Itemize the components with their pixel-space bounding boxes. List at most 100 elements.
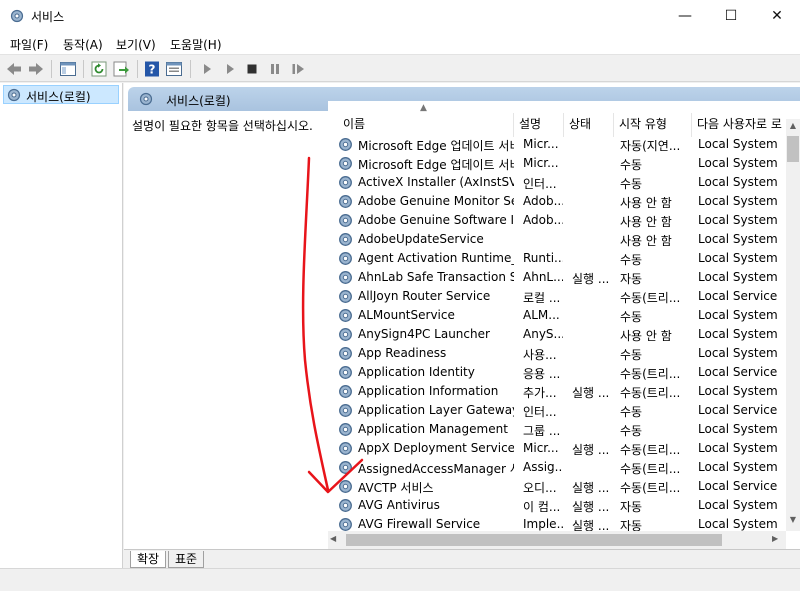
resume-service-icon[interactable]	[289, 60, 307, 78]
service-startup-type: 사용 안 함	[620, 196, 672, 210]
service-log-on-as: Local Service	[698, 365, 778, 379]
tree-node-services-local[interactable]: 서비스(로컬)	[3, 85, 119, 104]
menu-action[interactable]: 동작(A)	[63, 36, 103, 53]
column-header-startup-type[interactable]: 시작 유형	[614, 113, 692, 137]
service-name: AnySign4PC Launcher	[358, 327, 490, 341]
service-name: Application Identity	[358, 365, 475, 379]
column-headers: ▲ 이름 설명 상태 시작 유형 다음 사용자로 로	[328, 101, 786, 137]
service-log-on-as: Local System	[698, 194, 778, 208]
service-row[interactable]: AnySign4PC Launcher AnyS... 사용 안 함 Local Sy…	[328, 325, 786, 344]
service-row[interactable]: Microsoft Edge 업데이트 서비스 (edgeupdate) Micr…	[328, 135, 786, 154]
tab-extended[interactable]: 확장	[130, 551, 167, 568]
export-list-icon[interactable]	[112, 60, 130, 78]
menu-bar: 파일(F) 동작(A) 보기(V) 도움말(H)	[0, 32, 800, 54]
tab-standard[interactable]: 표준	[168, 551, 205, 568]
close-button[interactable]: ✕	[754, 0, 800, 32]
column-header-name[interactable]: 이름	[338, 113, 514, 137]
service-startup-type: 수동	[620, 310, 643, 324]
service-row[interactable]: App Readiness 사용... 수동 Local System	[328, 344, 786, 363]
scroll-left-arrow-icon[interactable]: ◀	[330, 534, 336, 543]
horizontal-scroll-thumb[interactable]	[346, 534, 722, 546]
menu-view[interactable]: 보기(V)	[116, 36, 156, 53]
properties-icon[interactable]	[165, 60, 183, 78]
service-startup-type: 수동	[620, 158, 643, 172]
services-gear-icon	[139, 92, 153, 106]
service-startup-type: 자동	[620, 500, 643, 514]
vertical-scroll-thumb[interactable]	[787, 136, 799, 162]
start-service-icon[interactable]	[198, 60, 216, 78]
horizontal-scrollbar[interactable]: ◀ ▶	[328, 531, 786, 549]
maximize-button[interactable]: ☐	[708, 0, 754, 32]
service-description: 인터...	[523, 177, 557, 191]
service-row[interactable]: Adobe Genuine Monitor Se... Adob... 사용 안 함…	[328, 192, 786, 211]
service-startup-type: 사용 안 함	[620, 215, 672, 229]
service-row[interactable]: ALMountService ALM... 수동 Local System	[328, 306, 786, 325]
minimize-button[interactable]: —	[662, 0, 708, 32]
service-name: Adobe Genuine Software In...	[358, 213, 514, 227]
menu-file[interactable]: 파일(F)	[10, 36, 48, 53]
service-log-on-as: Local System	[698, 498, 778, 512]
service-row[interactable]: AhnLab Safe Transaction Se... AhnL... 실행 .…	[328, 268, 786, 287]
column-header-log-on-as[interactable]: 다음 사용자로 로	[692, 113, 786, 137]
help-icon[interactable]: ?	[143, 60, 161, 78]
column-header-description[interactable]: 설명	[514, 113, 564, 137]
service-name: Application Management	[358, 422, 508, 436]
service-startup-type: 수동	[620, 253, 643, 267]
start-service-alt-icon[interactable]	[221, 60, 239, 78]
service-gear-icon	[339, 309, 352, 322]
service-log-on-as: Local System	[698, 441, 778, 455]
service-log-on-as: Local System	[698, 232, 778, 246]
service-row[interactable]: Application Identity 응용 ... 수동(트리... Local …	[328, 363, 786, 382]
scroll-right-arrow-icon[interactable]: ▶	[772, 534, 778, 543]
service-name: Adobe Genuine Monitor Se...	[358, 194, 514, 208]
service-gear-icon	[339, 252, 352, 265]
service-row[interactable]: Application Information 추가... 실행 ... 수동(트리.…	[328, 382, 786, 401]
service-name: AVCTP 서비스	[358, 481, 434, 495]
service-gear-icon	[339, 480, 352, 493]
back-icon[interactable]	[5, 60, 23, 78]
service-startup-type: 수동	[620, 405, 643, 419]
service-row[interactable]: Adobe Genuine Software In... Adob... 사용 안 …	[328, 211, 786, 230]
service-row[interactable]: AllJoyn Router Service 로컬 ... 수동(트리... Loca…	[328, 287, 786, 306]
svg-text:?: ?	[149, 63, 156, 77]
service-description: Micr...	[523, 441, 559, 455]
service-row[interactable]: Application Management 그룹 ... 수동 Local Syst…	[328, 420, 786, 439]
service-status: 실행 ...	[572, 386, 610, 400]
service-gear-icon	[339, 442, 352, 455]
service-name: AllJoyn Router Service	[358, 289, 491, 303]
refresh-icon[interactable]	[90, 60, 108, 78]
service-row[interactable]: Microsoft Edge 업데이트 서비스 (edgeupdatem) Mic…	[328, 154, 786, 173]
service-log-on-as: Local System	[698, 137, 778, 151]
service-row[interactable]: AVCTP 서비스 오디... 실행 ... 수동(트리... Local Servic…	[328, 477, 786, 496]
service-row[interactable]: Agent Activation Runtime_... Runti... 수동 Lo…	[328, 249, 786, 268]
service-row[interactable]: AppX Deployment Service (... Micr... 실행 ..…	[328, 439, 786, 458]
service-gear-icon	[339, 233, 352, 246]
service-description: 인터...	[523, 405, 557, 419]
service-row[interactable]: AdobeUpdateService 사용 안 함 Local System	[328, 230, 786, 249]
service-log-on-as: Local System	[698, 175, 778, 189]
service-row[interactable]: AssignedAccessManager 서... Assig... 수동(트리.…	[328, 458, 786, 477]
pause-service-icon[interactable]	[266, 60, 284, 78]
service-name: ActiveX Installer (AxInstSV)	[358, 175, 514, 189]
service-name: Microsoft Edge 업데이트 서비스 (edgeupdatem)	[358, 158, 514, 172]
forward-icon[interactable]	[27, 60, 45, 78]
scroll-up-arrow-icon[interactable]: ▲	[786, 121, 800, 135]
stop-service-icon[interactable]	[243, 60, 261, 78]
service-log-on-as: Local System	[698, 327, 778, 341]
scroll-down-arrow-icon[interactable]: ▼	[786, 515, 800, 529]
show-console-tree-icon[interactable]	[59, 60, 77, 78]
service-row[interactable]: Application Layer Gateway ... 인터... 수동 Loca…	[328, 401, 786, 420]
service-gear-icon	[339, 214, 352, 227]
service-row[interactable]: ActiveX Installer (AxInstSV) 인터... 수동 Local…	[328, 173, 786, 192]
service-description: Adob...	[523, 194, 563, 208]
service-log-on-as: Local System	[698, 346, 778, 360]
service-description: 오디...	[523, 481, 557, 495]
service-startup-type: 수동(트리...	[620, 481, 681, 495]
column-header-status[interactable]: 상태	[564, 113, 614, 137]
service-log-on-as: Local Service	[698, 289, 778, 303]
service-startup-type: 수동	[620, 348, 643, 362]
vertical-scrollbar[interactable]: ▲ ▼	[786, 119, 800, 531]
service-row[interactable]: AVG Antivirus 이 컴... 실행 ... 자동 Local System	[328, 496, 786, 515]
menu-help[interactable]: 도움말(H)	[170, 36, 222, 53]
service-description: 응용 ...	[523, 367, 561, 381]
